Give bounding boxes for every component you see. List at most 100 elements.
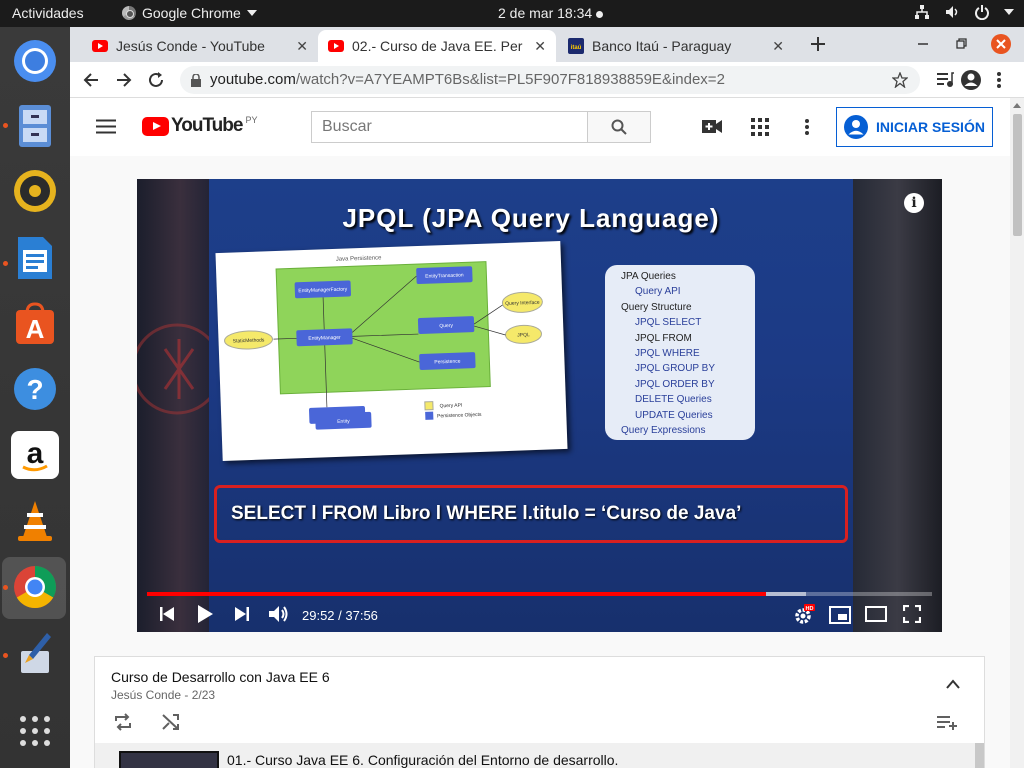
document-icon	[18, 237, 52, 279]
dock-chrome[interactable]	[11, 563, 59, 611]
video-player[interactable]: JPQL (JPA Query Language) Java Persisten…	[137, 179, 942, 632]
diagram-node: EntityManager	[308, 335, 341, 342]
playlist-title[interactable]: Curso de Desarrollo con Java EE 6	[111, 669, 330, 685]
diagram-caption: Java Persistence	[336, 255, 383, 263]
clock-label: 2 de mar 18:34	[498, 5, 593, 21]
sign-in-button[interactable]: INICIAR SESIÓN	[836, 107, 993, 147]
diagram-node: Entity	[337, 418, 350, 424]
dock-rhythmbox[interactable]	[11, 167, 59, 215]
diagram-node: Persistence	[434, 359, 461, 366]
close-icon[interactable]: ✕	[534, 38, 546, 55]
restore-icon[interactable]	[954, 37, 968, 51]
search-button[interactable]	[587, 111, 651, 143]
app-menu[interactable]: Google Chrome	[122, 5, 257, 21]
country-code: PY	[245, 115, 258, 125]
profile-avatar-icon[interactable]	[960, 69, 982, 91]
slide-title: JPQL (JPA Query Language)	[342, 203, 720, 233]
forward-arrow-icon[interactable]	[115, 71, 133, 89]
account-circle-icon	[844, 115, 869, 139]
lock-icon	[191, 74, 201, 87]
create-video-icon[interactable]	[702, 119, 722, 134]
new-tab-plus-icon[interactable]	[810, 36, 826, 52]
vlc-cone-icon	[18, 501, 52, 541]
tab-curso-java[interactable]: 02.- Curso de Java EE. Per ✕	[318, 30, 556, 62]
youtube-logo[interactable]: YouTube PY	[142, 115, 257, 137]
video-progress-bar[interactable]	[147, 592, 932, 596]
miniplayer-icon[interactable]	[829, 606, 851, 624]
fullscreen-icon[interactable]	[903, 605, 921, 623]
media-control-icon[interactable]	[936, 72, 954, 88]
previous-icon[interactable]	[159, 606, 175, 622]
tab-title: Banco Itaú - Paraguay	[592, 38, 732, 54]
jpa-menu-item: JPQL FROM	[635, 332, 692, 344]
jpa-menu-item: JPQL WHERE	[635, 348, 700, 360]
file-cabinet-icon	[19, 105, 51, 147]
url-domain: youtube.com	[210, 71, 296, 88]
show-applications[interactable]	[11, 707, 59, 755]
shuffle-icon[interactable]	[161, 713, 181, 731]
playlist-item-title: 01.- Curso Java EE 6. Configuración del …	[227, 752, 619, 768]
dock-writer[interactable]	[11, 234, 59, 282]
time-display: 29:52 / 37:56	[302, 608, 378, 623]
next-icon[interactable]	[234, 606, 250, 622]
speaker-icon	[14, 170, 56, 212]
tab-strip: Jesús Conde - YouTube ✕ 02.- Curso de Ja…	[70, 27, 1024, 62]
dock-vlc[interactable]	[11, 497, 59, 545]
scroll-up-arrow-icon[interactable]	[1013, 102, 1021, 108]
jpql-query-text: SELECT l FROM Libro l WHERE l.titulo = ‘…	[214, 485, 848, 543]
bookmark-star-icon[interactable]	[892, 72, 908, 88]
jpa-menu-item: JPQL ORDER BY	[635, 378, 715, 390]
search-input[interactable]: Buscar	[311, 111, 588, 143]
close-icon[interactable]: ✕	[296, 38, 308, 55]
playlist-item[interactable]: 01.- Curso Java EE 6. Configuración del …	[95, 743, 976, 768]
system-tray[interactable]	[914, 4, 1014, 20]
hamburger-menu-icon[interactable]	[96, 119, 116, 134]
chevron-up-icon[interactable]	[946, 679, 960, 689]
save-to-playlist-icon[interactable]	[936, 715, 958, 731]
settings-gear-icon[interactable]: HD	[793, 604, 815, 626]
jpa-menu-item: UPDATE Queries	[635, 409, 713, 421]
apps-grid-icon[interactable]	[751, 118, 769, 136]
tab-banco-itau[interactable]: itaú Banco Itaú - Paraguay ✕	[558, 30, 794, 62]
activities-button[interactable]: Actividades	[12, 5, 84, 21]
video-background-right	[853, 179, 942, 632]
youtube-favicon-icon	[92, 38, 108, 54]
jpa-menu-item: DELETE Queries	[635, 394, 712, 406]
kebab-menu-icon[interactable]	[996, 71, 1002, 89]
system-top-bar: Actividades Google Chrome 2 de mar 18:34	[0, 0, 1024, 27]
window-close-icon[interactable]	[990, 33, 1012, 55]
theater-mode-icon[interactable]	[865, 606, 887, 622]
address-bar[interactable]: youtube.com/watch?v=A7YEAMPT6Bs&list=PL5…	[180, 66, 920, 94]
dock-chromium[interactable]	[11, 37, 59, 85]
minimize-icon[interactable]	[916, 37, 930, 51]
diagram-legend: Persistence Objects	[437, 412, 482, 420]
tab-jesus-conde[interactable]: Jesús Conde - YouTube ✕	[82, 30, 318, 62]
clock[interactable]: 2 de mar 18:34	[498, 5, 604, 21]
settings-kebab-icon[interactable]	[804, 118, 810, 136]
dock-image-editor[interactable]	[11, 629, 59, 677]
play-icon[interactable]	[196, 604, 214, 624]
diagram-node: JPQL	[517, 332, 530, 338]
dock-software[interactable]: A	[11, 299, 59, 347]
running-indicator	[3, 261, 8, 266]
browser-toolbar: youtube.com/watch?v=A7YEAMPT6Bs&list=PL5…	[70, 62, 1024, 98]
close-icon[interactable]: ✕	[772, 38, 784, 55]
played-bar	[147, 592, 766, 596]
neon-sign-decoration	[137, 323, 209, 415]
loop-icon[interactable]	[113, 713, 133, 731]
jpa-topics-menu: JPA Queries Query API Query Structure JPQL …	[605, 265, 755, 440]
playlist-scrollbar[interactable]	[975, 743, 984, 768]
info-icon[interactable]: i	[904, 193, 924, 213]
lecture-slide: JPQL (JPA Query Language) Java Persisten…	[209, 179, 853, 632]
reload-icon[interactable]	[147, 71, 165, 89]
hd-badge: HD	[806, 606, 814, 612]
scrollbar-thumb[interactable]	[1013, 114, 1022, 236]
dock-files[interactable]	[11, 102, 59, 150]
page-scrollbar[interactable]	[1010, 98, 1024, 768]
youtube-page: YouTube PY Buscar INICIAR SESIÓN JPQL (J…	[70, 98, 1024, 768]
back-arrow-icon[interactable]	[82, 71, 100, 89]
dock-help[interactable]: ?	[11, 365, 59, 413]
dock-amazon[interactable]: a	[11, 431, 59, 479]
volume-icon[interactable]	[268, 604, 290, 624]
network-icon	[915, 5, 929, 19]
